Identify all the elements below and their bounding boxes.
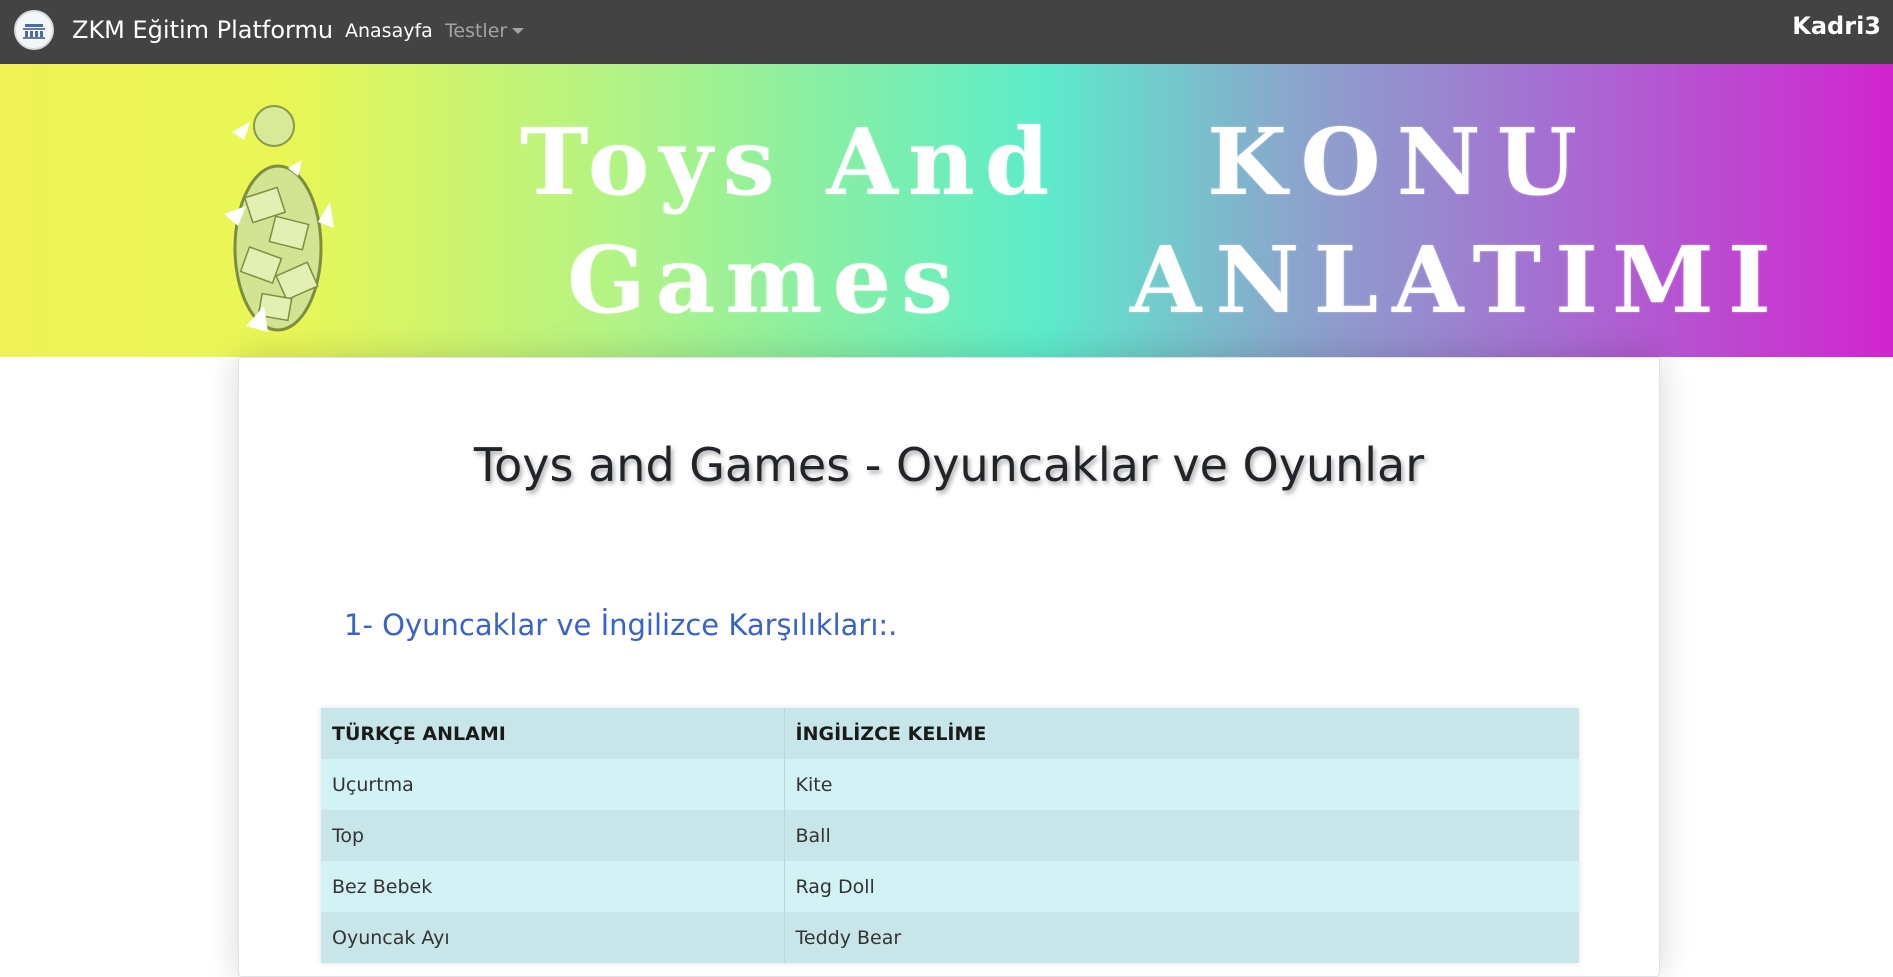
section-heading: 1- Oyuncaklar ve İngilizce Karşılıkları:…	[344, 608, 898, 642]
banner-title-line-3: KONU	[1207, 108, 1593, 216]
table-cell-turkish: Top	[321, 810, 785, 861]
table-cell-english: Rag Doll	[784, 861, 1579, 912]
table-cell-english: Teddy Bear	[784, 912, 1579, 963]
table-cell-english: Ball	[784, 810, 1579, 861]
brand-name[interactable]: ZKM Eğitim Platformu	[72, 16, 333, 44]
table-row: Bez Bebek Rag Doll	[321, 861, 1579, 912]
top-navbar: ZKM Eğitim Platformu Anasayfa Testler Ka…	[0, 0, 1893, 64]
table-cell-turkish: Bez Bebek	[321, 861, 785, 912]
column-header-english: İNGİLİZCE KELİME	[784, 708, 1579, 759]
nav-tests-dropdown[interactable]: Testler	[445, 20, 507, 42]
vocabulary-table: TÜRKÇE ANLAMI İNGİLİZCE KELİME Uçurtma K…	[321, 708, 1579, 963]
word-bubble-illustration-icon	[224, 105, 334, 332]
user-menu[interactable]: Kadri3	[1792, 12, 1881, 40]
chevron-down-icon[interactable]	[512, 28, 524, 34]
page-title: Toys and Games - Oyuncaklar ve Oyunlar	[473, 438, 1425, 492]
nav-home-link[interactable]: Anasayfa	[345, 20, 433, 42]
table-cell-english: Kite	[784, 759, 1579, 810]
brand-logo-icon[interactable]	[14, 10, 54, 50]
banner-title-line-1: Toys And	[520, 108, 1060, 216]
column-header-turkish: TÜRKÇE ANLAMI	[321, 708, 785, 759]
table-row: Oyuncak Ayı Teddy Bear	[321, 912, 1579, 963]
banner-title-line-4: ANLATIMI	[1130, 226, 1785, 334]
table-row: Top Ball	[321, 810, 1579, 861]
table-row: Uçurtma Kite	[321, 759, 1579, 810]
table-header-row: TÜRKÇE ANLAMI İNGİLİZCE KELİME	[321, 708, 1579, 759]
banner-title-line-2: Games	[567, 226, 963, 334]
content-card: Toys and Games - Oyuncaklar ve Oyunlar 1…	[238, 357, 1660, 977]
hero-banner: Toys And Games KONU ANLATIMI	[0, 64, 1893, 357]
table-cell-turkish: Oyuncak Ayı	[321, 912, 785, 963]
table-cell-turkish: Uçurtma	[321, 759, 785, 810]
